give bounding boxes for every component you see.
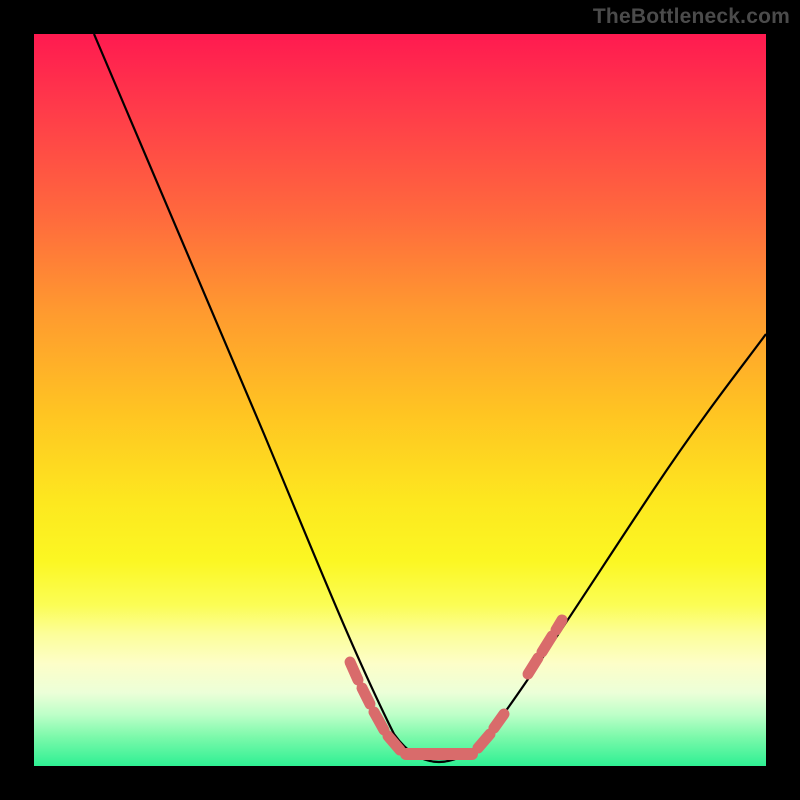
highlight-dots xyxy=(350,620,562,754)
curve-layer xyxy=(34,34,766,766)
plot-area xyxy=(34,34,766,766)
outer-frame: TheBottleneck.com xyxy=(0,0,800,800)
watermark: TheBottleneck.com xyxy=(593,6,790,27)
bottleneck-curve xyxy=(94,34,766,762)
